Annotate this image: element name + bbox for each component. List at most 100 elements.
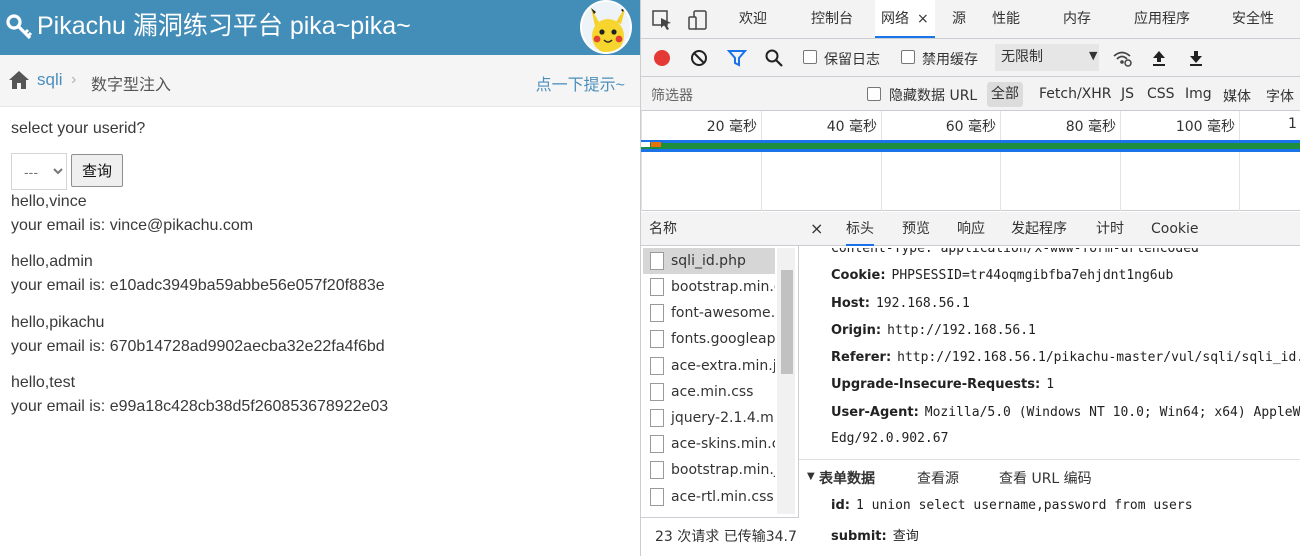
request-name: sqli_id.php — [671, 253, 746, 269]
timeline-tick: 40 毫秒 — [761, 111, 881, 211]
view-url-encoded-link[interactable]: 查看 URL 编码 — [999, 468, 1092, 488]
tab-initiator[interactable]: 发起程序 — [1011, 212, 1067, 246]
tab-network-label: 网络 — [881, 11, 909, 27]
breadcrumb-current: 数字型注入 — [91, 77, 172, 94]
close-detail-icon[interactable]: × — [810, 212, 823, 246]
request-row[interactable]: fonts.googleapi — [643, 326, 775, 352]
avatar[interactable] — [580, 0, 632, 54]
export-har-icon[interactable] — [1186, 48, 1206, 68]
result-hello: hello,admin — [11, 253, 93, 270]
close-icon[interactable]: × — [917, 11, 929, 27]
timeline-bar-white — [641, 142, 650, 147]
network-overview-timeline[interactable]: 20 毫秒 40 毫秒 60 毫秒 80 毫秒 100 毫秒 1 — [641, 111, 1300, 211]
userid-question: select your userid? — [11, 120, 146, 137]
tab-application[interactable]: 应用程序 — [1134, 0, 1190, 38]
home-icon[interactable] — [8, 70, 30, 90]
header-value: 1 — [1046, 377, 1055, 392]
file-icon — [650, 357, 664, 375]
device-toolbar-icon[interactable] — [687, 9, 709, 31]
breadcrumb-link-sqli[interactable]: sqli — [37, 70, 63, 90]
file-icon — [650, 278, 664, 296]
clear-icon[interactable] — [689, 48, 709, 68]
tab-welcome[interactable]: 欢迎 — [739, 0, 767, 38]
timeline-tick-label: 40 毫秒 — [826, 119, 877, 135]
request-name: ace.min.css — [671, 384, 754, 400]
header-row: Cookie: PHPSESSID=tr44oqmgibfba7ehjdnt1ng… — [831, 268, 1173, 283]
search-icon[interactable] — [764, 48, 784, 68]
file-icon — [650, 252, 664, 270]
tab-response[interactable]: 响应 — [957, 212, 985, 246]
preserve-log-checkbox[interactable] — [803, 50, 817, 64]
request-row[interactable]: jquery-2.1.4.min — [643, 405, 775, 431]
request-row[interactable]: ace-rtl.min.css — [643, 484, 775, 510]
filter-icon[interactable] — [727, 48, 747, 68]
request-row[interactable]: ace.min.css — [643, 379, 775, 405]
form-data-title[interactable]: 表单数据 — [819, 468, 875, 488]
request-row[interactable]: font-awesome… — [643, 300, 775, 326]
filter-type-js[interactable]: JS — [1121, 86, 1134, 102]
header-row: Referer: http://192.168.56.1/pikachu-mast… — [831, 350, 1300, 365]
header-key: Referer: — [831, 350, 892, 365]
tab-security[interactable]: 安全性 — [1232, 0, 1274, 38]
tab-timing[interactable]: 计时 — [1096, 212, 1124, 246]
filter-type-img[interactable]: Img — [1185, 86, 1212, 102]
tab-network[interactable]: 网络 × — [875, 0, 935, 38]
header-value: 192.168.56.1 — [875, 296, 970, 311]
filter-type-css[interactable]: CSS — [1147, 86, 1175, 102]
tab-memory[interactable]: 内存 — [1063, 0, 1091, 38]
timeline-tick: 80 毫秒 — [1000, 111, 1120, 211]
timeline-tick-label: 1 — [1288, 116, 1297, 132]
header-value: Mozilla/5.0 (Windows NT 10.0; Win64; x64… — [924, 405, 1300, 420]
view-source-link[interactable]: 查看源 — [917, 468, 959, 488]
file-icon — [650, 304, 664, 322]
filter-type-font[interactable]: 字体 — [1266, 86, 1294, 106]
request-row[interactable]: ace-skins.min.cs — [643, 431, 775, 457]
brand-title[interactable]: Pikachu 漏洞练习平台 pika~pika~ — [37, 9, 411, 43]
request-row[interactable]: ace-extra.min.js — [643, 353, 775, 379]
tab-performance[interactable]: 性能 — [992, 0, 1020, 38]
tab-preview[interactable]: 预览 — [902, 212, 930, 246]
import-har-icon[interactable] — [1149, 48, 1169, 68]
filter-all-button[interactable]: 全部 — [987, 82, 1023, 107]
hint-link[interactable]: 点一下提示~ — [536, 71, 625, 95]
disable-cache-checkbox[interactable] — [901, 50, 915, 64]
tab-console[interactable]: 控制台 — [811, 0, 853, 38]
request-row[interactable]: bootstrap.min.js — [643, 457, 775, 483]
pikachu-avatar-icon — [582, 2, 630, 52]
request-row[interactable]: bootstrap.min.c — [643, 274, 775, 300]
header-key: Host: — [831, 296, 870, 311]
result-hello: hello,vince — [11, 193, 87, 210]
timeline-tick-label: 100 毫秒 — [1175, 119, 1235, 135]
userid-select[interactable]: --- — [11, 153, 67, 190]
header-value: PHPSESSID=tr44oqmgibfba7ehjdnt1ng6ub — [891, 268, 1174, 283]
column-header-name[interactable]: 名称 — [641, 212, 799, 246]
scrollbar-thumb[interactable] — [781, 270, 793, 374]
header-key: Upgrade-Insecure-Requests: — [831, 377, 1041, 392]
query-button[interactable]: 查询 — [71, 154, 123, 187]
tab-sources[interactable]: 源 — [952, 0, 966, 38]
header-row: User-Agent: Mozilla/5.0 (Windows NT 10.0;… — [831, 405, 1300, 420]
network-conditions-icon[interactable] — [1112, 48, 1132, 68]
header-key: Origin: — [831, 323, 882, 338]
result-item: hello,pikachu your email is: 670b14728ad… — [11, 311, 385, 359]
inspect-element-icon[interactable] — [651, 9, 673, 31]
chevron-down-icon[interactable]: ▼ — [1089, 49, 1097, 62]
file-icon — [650, 435, 664, 453]
disable-cache-label: 禁用缓存 — [922, 52, 978, 68]
throttle-select[interactable]: 无限制 — [995, 44, 1099, 71]
filter-type-fetch[interactable]: Fetch/XHR — [1039, 86, 1112, 102]
filter-type-media[interactable]: 媒体 — [1223, 86, 1251, 106]
tab-headers[interactable]: 标头 — [846, 212, 874, 246]
form-field-row: id: 1 union select username,password from… — [831, 498, 1193, 513]
record-icon[interactable] — [652, 48, 672, 68]
result-email: your email is: vince@pikachu.com — [11, 217, 254, 234]
caret-down-icon[interactable]: ▼ — [807, 471, 815, 482]
detail-tabbar: × 标头 预览 响应 发起程序 计时 Cookie — [799, 212, 1300, 246]
filter-input[interactable]: 筛选器 — [651, 85, 693, 105]
hide-data-url-checkbox[interactable] — [867, 87, 881, 101]
file-icon — [650, 383, 664, 401]
request-row[interactable]: sqli_id.php — [643, 248, 775, 274]
timeline-tick-label: 20 毫秒 — [706, 119, 757, 135]
timeline-tick: 1 — [1239, 111, 1300, 211]
tab-cookies[interactable]: Cookie — [1151, 212, 1199, 246]
